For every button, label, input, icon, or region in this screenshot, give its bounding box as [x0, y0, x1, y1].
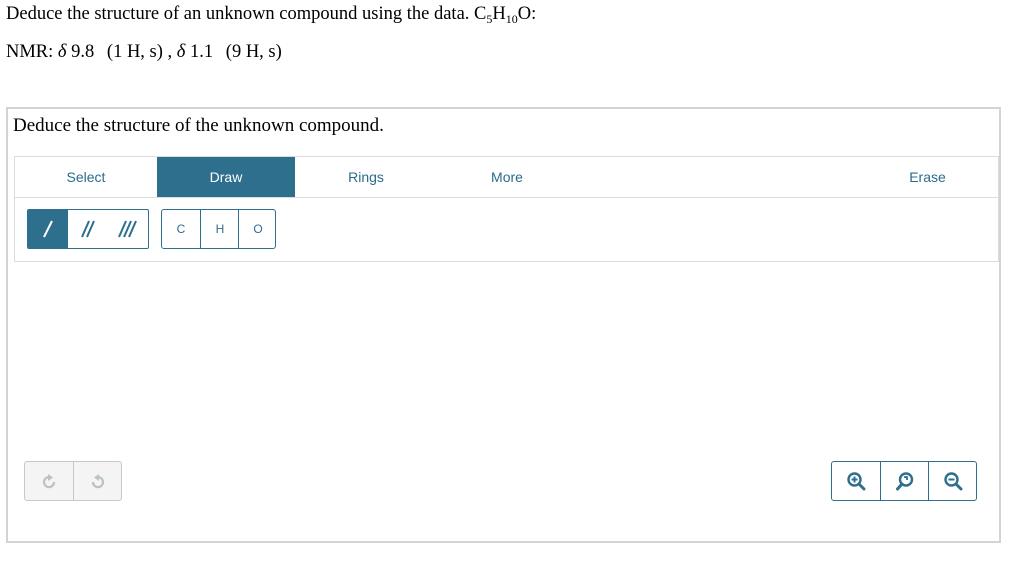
- triple-bond-icon: [118, 220, 137, 238]
- single-bond-icon: [43, 220, 53, 238]
- nmr-separator: ,: [167, 42, 173, 62]
- formula-oxygen: O: [517, 4, 532, 24]
- molecular-formula: C5H10O:: [474, 4, 537, 26]
- zoom-in-button[interactable]: [832, 462, 880, 500]
- panel-title: Deduce the structure of the unknown comp…: [13, 115, 384, 136]
- nmr-peak2-shift: 1.1: [190, 42, 214, 62]
- nmr-peak2-detail: (9 H, s): [225, 42, 282, 62]
- formula-carbon: C: [474, 4, 487, 24]
- drawing-canvas[interactable]: [14, 263, 999, 453]
- formula-hydrogen-count: 10: [505, 12, 518, 26]
- zoom-controls: [831, 461, 977, 501]
- tab-draw[interactable]: Draw: [157, 157, 295, 197]
- molecule-editor: Select Draw Rings More Erase C H O: [14, 156, 999, 262]
- reset-zoom-button[interactable]: [880, 462, 929, 500]
- redo-button[interactable]: [73, 462, 121, 500]
- structure-drawing-panel: Deduce the structure of the unknown comp…: [6, 107, 1001, 543]
- tab-more[interactable]: More: [437, 157, 577, 197]
- zoom-in-icon: [847, 472, 866, 491]
- question-prompt: Deduce the structure of an unknown compo…: [6, 4, 536, 25]
- tab-erase[interactable]: Erase: [857, 157, 998, 197]
- nmr-peak1-shift: 9.8: [71, 42, 95, 62]
- formula-colon: :: [531, 4, 537, 24]
- triple-bond-button[interactable]: [108, 210, 148, 248]
- atom-carbon-button[interactable]: C: [162, 210, 200, 248]
- history-controls: [24, 461, 122, 501]
- double-bond-button[interactable]: [68, 210, 108, 248]
- nmr-label: NMR:: [6, 42, 54, 62]
- nmr-data: NMR: δ 9.8 (1 H, s) , δ 1.1 (9 H, s): [6, 42, 282, 63]
- bond-tool-group: [27, 209, 149, 249]
- redo-icon: [91, 474, 105, 489]
- zoom-out-button[interactable]: [928, 462, 976, 500]
- formula-hydrogen: H: [492, 4, 506, 24]
- nmr-peak2-delta: δ: [176, 42, 186, 62]
- reset-zoom-icon: [896, 472, 914, 491]
- zoom-out-icon: [944, 472, 963, 491]
- nmr-peak1-delta: δ: [57, 42, 67, 62]
- atom-hydrogen-button[interactable]: H: [200, 210, 239, 248]
- double-bond-icon: [81, 220, 95, 238]
- undo-button[interactable]: [25, 462, 73, 500]
- tab-rings[interactable]: Rings: [295, 157, 437, 197]
- atom-tool-group: C H O: [161, 209, 276, 249]
- editor-toolbar: Select Draw Rings More Erase: [15, 157, 998, 198]
- undo-icon: [42, 474, 56, 489]
- tab-select[interactable]: Select: [15, 157, 157, 197]
- nmr-peak1-detail: (1 H, s): [106, 42, 163, 62]
- question-text: Deduce the structure of an unknown compo…: [6, 4, 470, 24]
- single-bond-button[interactable]: [28, 210, 68, 248]
- atom-oxygen-button[interactable]: O: [238, 210, 275, 248]
